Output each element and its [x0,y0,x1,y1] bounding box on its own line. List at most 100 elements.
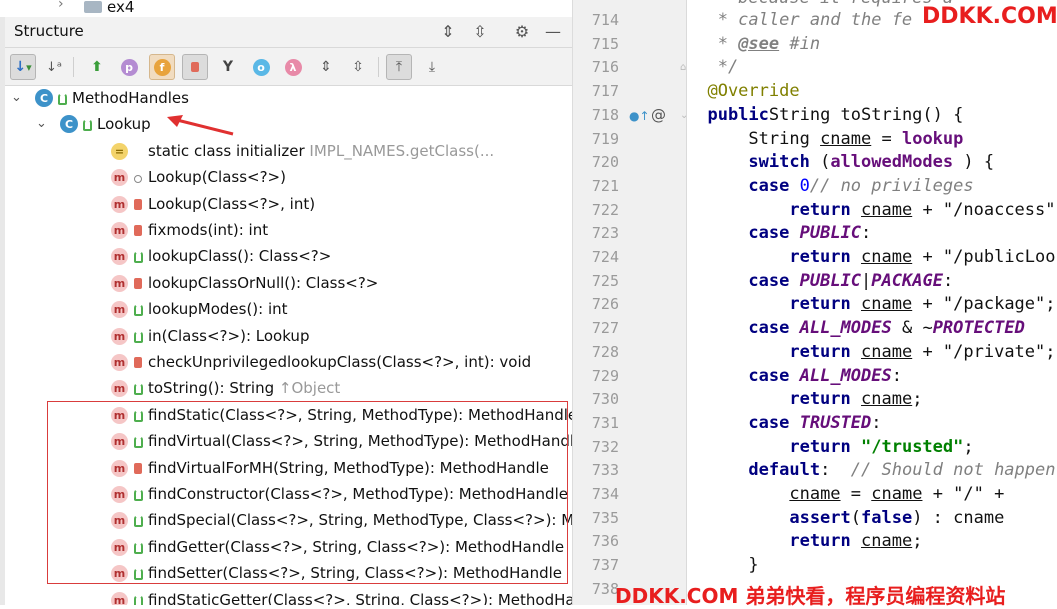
code-token: return [687,247,851,267]
tree-class-node[interactable]: ⌄ C Lookup [5,112,572,138]
code-line: case ALL_MODES & ~PROTECTED [687,318,1024,339]
tree-member-row[interactable]: = static class initializer IMPL_NAMES.get… [5,139,572,165]
line-number: 735 [591,508,619,527]
code-token: ALL_MODES [799,318,892,339]
class-icon: C [35,89,53,107]
show-lambdas-icon[interactable]: Y [215,54,241,80]
class-icon: C [60,115,78,134]
code-token: + "/publicLookup"; [922,247,1057,267]
code-token: @Override [687,81,800,102]
autoscroll-from-source-icon[interactable]: ⤓ [419,54,445,80]
tree-member-row[interactable]: m lookupClassOrNull(): Class<?> [5,271,572,297]
code-token: ; [912,531,923,552]
code-token: : [871,412,882,433]
line-number: 730 [591,390,619,409]
code-editor[interactable]: * because it requires a * caller and the… [687,0,1057,605]
show-anonymous-icon[interactable]: o [248,54,274,80]
code-token: assert [687,507,851,528]
code-token: * caller and the fe [687,10,913,30]
tree-member-row[interactable]: m Lookup(Class<?>) [5,165,572,191]
collapse-all-tree-icon[interactable]: ⇳ [345,54,371,80]
package-visibility-icon [134,175,142,184]
line-number: 716 [591,58,619,77]
collapse-all-icon[interactable]: ⇳ [471,23,489,41]
tree-member-row[interactable]: m in(Class<?>): Lookup [5,324,572,350]
tree-node-suffix: ↑Object [274,379,341,398]
code-token: ( [850,507,862,528]
tree-member-row[interactable]: m toString(): String ↑Object [5,376,572,402]
expand-all-icon[interactable]: ⇕ [439,23,457,41]
code-token: 0 [799,175,810,196]
show-fields-icon[interactable]: f [149,54,175,80]
project-tree-row[interactable]: › ex4 [0,0,572,17]
structure-panel: › ex4 Structure ⇕ ⇳ ⚙ — ↓ ▾ ↓ᵃ ⬆ p f Y o … [0,0,572,605]
sort-alphabetically-icon[interactable]: ↓ᵃ [41,54,67,80]
expand-all-tree-icon[interactable]: ⇕ [313,54,339,80]
watermark-top: DDKK.COM [922,4,1057,29]
gear-icon[interactable]: ⚙ [513,23,531,41]
code-token: "/trusted" [861,436,964,457]
tree-member-row[interactable]: m lookupModes(): int [5,297,572,323]
code-token: + "/noaccess"; [912,199,1057,220]
method-icon: m [111,169,128,187]
tree-member-row[interactable]: m findStaticGetter(Class<?>, String, Clas… [5,588,572,605]
show-lambda-expr-icon[interactable]: λ [280,54,306,80]
line-number: 728 [591,342,619,361]
private-visibility-icon [134,198,142,210]
code-line: cname = cname + "/" + [687,484,1015,504]
override-marker-icon[interactable]: ●↑ [629,109,650,123]
annotation-marker-icon[interactable]: @ [651,106,666,124]
method-icon: m [111,327,128,345]
tree-member-row[interactable]: m checkUnprivilegedlookupClass(Class<?>, … [5,350,572,376]
code-token: default [687,460,821,481]
line-number: 715 [591,34,619,53]
public-visibility-icon [134,251,143,264]
code-line: */ [687,57,738,77]
public-visibility-icon [134,383,143,396]
tree-node-label: checkUnprivilegedlookupClass(Class<?>, i… [148,353,532,371]
tree-member-row[interactable]: m fixmods(int): int [5,218,572,244]
code-token: * [687,33,739,54]
line-number: 729 [591,366,619,385]
code-token: ; [963,436,974,457]
code-line: default: // Should not happen [687,460,1055,480]
show-non-public-icon[interactable] [182,54,208,80]
code-line: case TRUSTED: [687,412,882,433]
sort-by-visibility-icon[interactable]: ↓ ▾ [10,54,36,80]
minimize-icon[interactable]: — [544,23,562,41]
public-visibility-icon [134,304,143,317]
code-token: : [891,365,902,386]
tree-member-row[interactable]: m lookupClass(): Class<?> [5,244,572,270]
line-number: 721 [591,176,619,195]
static-initializer-icon: = [111,142,128,160]
autoscroll-to-source-icon[interactable]: ⤒ [386,54,412,80]
code-token: : [942,270,964,291]
line-number: 727 [591,319,619,338]
tree-member-row[interactable]: m Lookup(Class<?>, int) [5,192,572,218]
code-token: cname [820,128,872,149]
line-number: 725 [591,271,619,290]
line-number: 724 [591,248,619,266]
code-token: return [687,199,851,220]
code-token: ) { [953,152,995,173]
tree-node-label: in(Class<?>): Lookup [148,326,310,345]
code-token: @see [738,33,780,54]
editor-gutter: 714 715 716 717 718 719 720 721 722 723 724 725 726 7… [572,0,688,605]
code-token: case [687,318,790,339]
public-visibility-icon [58,93,67,105]
tree-node-label: lookupClassOrNull(): Class<?> [148,273,379,292]
code-token: } [687,555,759,576]
expand-toggle-icon[interactable]: ⌄ [36,116,47,131]
highlight-box [47,401,568,584]
show-properties-icon[interactable]: p [116,54,142,80]
show-inherited-icon[interactable]: ⬆ [84,54,110,80]
expand-toggle-icon[interactable]: ⌄ [11,90,22,105]
tree-class-node[interactable]: ⌄ C MethodHandles [5,86,572,112]
tree-node-label: toString(): String ↑Object [148,379,341,398]
code-token: String [687,128,821,149]
line-number: 737 [591,556,619,575]
chevron-right-icon[interactable]: › [58,0,64,12]
